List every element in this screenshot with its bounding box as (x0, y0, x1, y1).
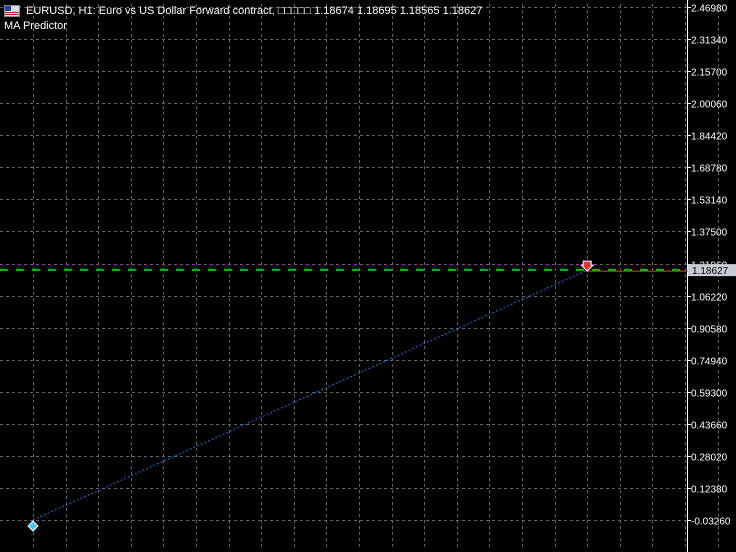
y-tick-label: 0.59300 (691, 389, 728, 400)
y-tick-label: 2.15700 (691, 68, 728, 79)
indicator-label: MA Predictor (4, 20, 67, 32)
y-tick-label: 1.68780 (691, 164, 728, 175)
y-tick-label: 1.37500 (691, 228, 728, 239)
y-tick-label: 2.00060 (691, 100, 728, 111)
y-tick-label: 2.46980 (691, 4, 728, 15)
current-price-label: 1.18627 (692, 266, 729, 277)
start-marker-icon (27, 520, 39, 532)
chart-title: EURUSD, H1: Euro vs US Dollar Forward co… (26, 5, 483, 17)
ma-predictor-line (32, 269, 588, 521)
eu-us-flag-icon (4, 5, 20, 17)
y-tick-label: 0.28020 (691, 453, 728, 464)
y-tick-label: -0.03260 (691, 517, 731, 528)
y-tick-label: 0.74940 (691, 357, 728, 368)
y-tick-label: 1.84420 (691, 132, 728, 143)
y-tick-label: 1.53140 (691, 196, 728, 207)
y-tick-label: 1.06220 (691, 293, 728, 304)
y-tick-label: 0.12380 (691, 485, 728, 496)
y-tick-label: 0.90580 (691, 325, 728, 336)
chart-header: EURUSD, H1: Euro vs US Dollar Forward co… (4, 4, 482, 18)
y-tick-label: 0.43660 (691, 421, 728, 432)
y-tick-label: 2.31340 (691, 36, 728, 47)
price-chart[interactable]: 2.46980 2.31340 2.15700 2.00060 1.84420 1.687… (0, 0, 736, 552)
